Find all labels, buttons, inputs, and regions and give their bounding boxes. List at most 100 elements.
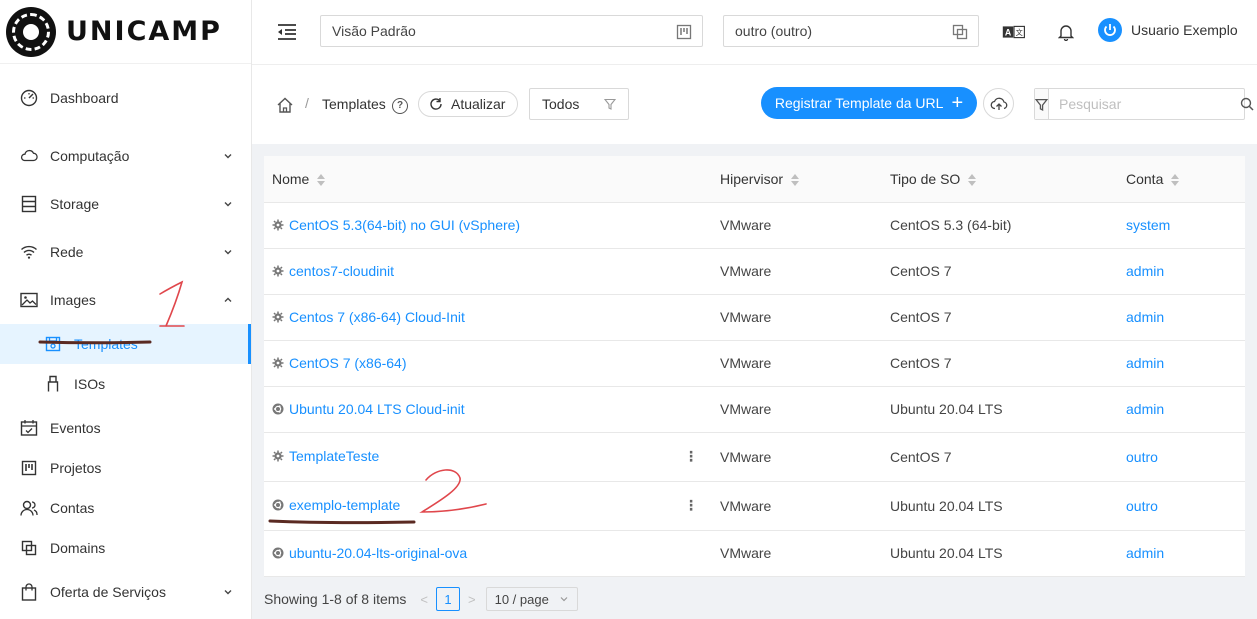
- more-actions-icon[interactable]: ⋮: [684, 448, 698, 465]
- account-link[interactable]: admin: [1126, 355, 1164, 371]
- upload-button[interactable]: [983, 88, 1014, 119]
- table-row[interactable]: Centos 7 (x86-64) Cloud-Init VMware CentOS…: [264, 294, 1245, 341]
- account-link[interactable]: admin: [1126, 545, 1164, 561]
- search-icon[interactable]: [1240, 97, 1254, 111]
- table-row[interactable]: exemplo-template ⋮ VMware Ubuntu 20.04 LTS o…: [264, 481, 1245, 531]
- cell-name: Centos 7 (x86-64) Cloud-Init: [264, 294, 712, 341]
- cell-account: admin: [1118, 294, 1245, 341]
- search-box: [1034, 88, 1254, 120]
- column-header-conta[interactable]: Conta: [1118, 156, 1245, 203]
- svg-text:A: A: [1005, 28, 1012, 38]
- sidebar-item-eventos[interactable]: Eventos: [0, 408, 251, 448]
- question-icon[interactable]: ?: [392, 98, 408, 114]
- sidebar-item-dashboard[interactable]: Dashboard: [0, 64, 251, 132]
- cell-os-type: CentOS 5.3 (64-bit): [882, 202, 1118, 249]
- search-filter-button[interactable]: [1035, 89, 1049, 119]
- table-row[interactable]: centos7-cloudinit VMware CentOS 7 admin: [264, 248, 1245, 295]
- sidebar-item-oferta-de-servicos[interactable]: Oferta de Serviços: [0, 568, 251, 616]
- cell-os-type: CentOS 7: [882, 248, 1118, 295]
- page-size-select[interactable]: 10 / page: [485, 587, 578, 611]
- project-icon: [20, 459, 38, 477]
- account-select-value: outro (outro): [735, 23, 813, 39]
- logo[interactable]: UNICAMP: [0, 0, 251, 64]
- template-name-link[interactable]: Ubuntu 20.04 LTS Cloud-init: [289, 401, 465, 417]
- sidebar-item-contas[interactable]: Contas: [0, 488, 251, 528]
- project-icon: [676, 24, 692, 40]
- account-link[interactable]: outro: [1126, 498, 1158, 514]
- template-name-link[interactable]: Centos 7 (x86-64) Cloud-Init: [289, 309, 465, 325]
- translate-icon[interactable]: A文: [1002, 20, 1026, 44]
- chevron-down-icon: [224, 202, 232, 207]
- storage-icon: [20, 195, 38, 213]
- filter-select-value: Todos: [542, 96, 580, 112]
- refresh-label: Atualizar: [451, 96, 506, 112]
- register-template-url-button[interactable]: Registrar Template da URL +: [761, 87, 977, 119]
- sidebar-item-templates[interactable]: Templates: [0, 324, 251, 364]
- account-link[interactable]: system: [1126, 217, 1170, 233]
- template-name-link[interactable]: exemplo-template: [289, 497, 400, 513]
- cell-hypervisor: VMware: [712, 432, 882, 482]
- sidebar-item-label: Domains: [50, 540, 106, 556]
- sort-icon: [791, 173, 800, 187]
- dashboard-icon: [20, 89, 38, 107]
- account-select[interactable]: outro (outro): [723, 15, 979, 47]
- table-row[interactable]: CentOS 5.3(64-bit) no GUI (vSphere) VMwar…: [264, 202, 1245, 249]
- filter-select[interactable]: Todos: [529, 88, 629, 120]
- chevron-right-icon[interactable]: >: [468, 592, 476, 607]
- cell-name: exemplo-template ⋮: [264, 481, 712, 531]
- sidebar-item-computacao[interactable]: Computação: [0, 132, 251, 180]
- gear-icon: [272, 450, 284, 462]
- usb-icon: [44, 375, 62, 393]
- account-link[interactable]: outro: [1126, 449, 1158, 465]
- template-name-link[interactable]: CentOS 7 (x86-64): [289, 355, 407, 371]
- column-header-hipervisor[interactable]: Hipervisor: [712, 156, 882, 203]
- shopping-icon: [20, 583, 38, 601]
- view-select[interactable]: Visão Padrão: [320, 15, 703, 47]
- table-row[interactable]: CentOS 7 (x86-64) VMware CentOS 7 admin: [264, 340, 1245, 387]
- sidebar-item-domains[interactable]: Domains: [0, 528, 251, 568]
- table-row[interactable]: TemplateTeste ⋮ VMware CentOS 7 outro: [264, 432, 1245, 482]
- table-row[interactable]: ubuntu-20.04-lts-original-ova VMware Ubunt…: [264, 530, 1245, 577]
- sidebar-item-rede[interactable]: Rede: [0, 228, 251, 276]
- sidebar-item-isos[interactable]: ISOs: [0, 364, 251, 404]
- template-name-link[interactable]: CentOS 5.3(64-bit) no GUI (vSphere): [289, 217, 520, 233]
- cell-hypervisor: VMware: [712, 340, 882, 387]
- sidebar-item-images[interactable]: Images: [0, 276, 251, 324]
- breadcrumb-separator: /: [305, 95, 309, 111]
- template-name-link[interactable]: TemplateTeste: [289, 448, 379, 464]
- account-link[interactable]: admin: [1126, 263, 1164, 279]
- sidebar-item-label: Images: [50, 292, 96, 308]
- template-name-link[interactable]: ubuntu-20.04-lts-original-ova: [289, 545, 467, 561]
- account-link[interactable]: admin: [1126, 401, 1164, 417]
- cell-account: admin: [1118, 386, 1245, 433]
- menu-fold-icon[interactable]: [276, 22, 298, 42]
- home-icon[interactable]: [276, 96, 294, 114]
- sidebar-item-projetos[interactable]: Projetos: [0, 448, 251, 488]
- cell-account: outro: [1118, 432, 1245, 482]
- cell-name: ubuntu-20.04-lts-original-ova: [264, 530, 712, 577]
- more-actions-icon[interactable]: ⋮: [684, 497, 698, 514]
- block-icon: [20, 539, 38, 557]
- sidebar-item-storage[interactable]: Storage: [0, 180, 251, 228]
- cell-name: CentOS 7 (x86-64): [264, 340, 712, 387]
- bell-icon[interactable]: [1054, 20, 1078, 44]
- table-row[interactable]: Ubuntu 20.04 LTS Cloud-init VMware Ubuntu …: [264, 386, 1245, 433]
- user-menu[interactable]: Usuario Exemplo: [1098, 18, 1238, 42]
- column-header-tipo-de-so[interactable]: Tipo de SO: [882, 156, 1118, 203]
- template-name-link[interactable]: centos7-cloudinit: [289, 263, 394, 279]
- cell-account: admin: [1118, 340, 1245, 387]
- breadcrumb-current: Templates: [322, 96, 386, 112]
- account-link[interactable]: admin: [1126, 309, 1164, 325]
- cell-account: admin: [1118, 530, 1245, 577]
- sidebar-item-label: Oferta de Serviços: [50, 584, 166, 600]
- block-icon: [952, 24, 968, 40]
- sort-icon: [317, 173, 326, 187]
- page-number[interactable]: 1: [436, 587, 460, 611]
- sidebar-item-label: Storage: [50, 196, 100, 212]
- chevron-left-icon[interactable]: <: [420, 592, 428, 607]
- column-header-nome[interactable]: Nome: [264, 156, 712, 203]
- cell-hypervisor: VMware: [712, 530, 882, 577]
- search-input[interactable]: [1049, 90, 1240, 118]
- sort-icon: [1171, 173, 1180, 187]
- refresh-button[interactable]: Atualizar: [418, 91, 518, 117]
